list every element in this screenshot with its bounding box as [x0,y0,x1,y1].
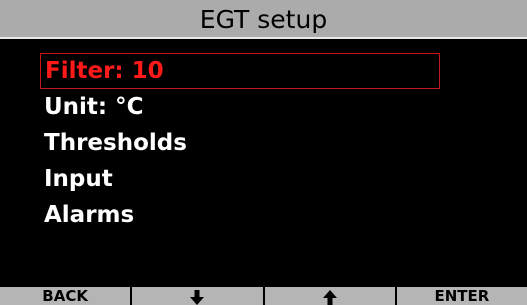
menu-item-label: Alarms [44,201,135,228]
menu-item-filter[interactable]: Filter: 10 [40,53,440,89]
page-title: EGT setup [199,4,328,34]
enter-button-label: ENTER [434,287,490,305]
menu-item-unit[interactable]: Unit: °C [40,89,440,125]
arrow-up-icon [322,289,337,305]
down-button[interactable] [132,287,265,305]
menu-item-label: Thresholds [44,129,187,156]
title-bar: EGT setup [0,0,527,37]
softkey-bar: BACK ENTER [0,287,527,305]
title-divider [0,37,527,39]
setup-menu: Filter: 10 Unit: °C Thresholds Input Ala… [40,53,440,233]
egt-setup-screen: EGT setup Filter: 10 Unit: °C Thresholds… [0,0,527,305]
menu-item-label: Unit: °C [44,93,144,120]
menu-item-label: Filter: 10 [45,57,164,84]
back-button[interactable]: BACK [0,287,133,305]
menu-item-input[interactable]: Input [40,161,440,197]
menu-item-label: Input [44,165,113,192]
menu-item-thresholds[interactable]: Thresholds [40,125,440,161]
up-button[interactable] [264,287,397,305]
menu-item-alarms[interactable]: Alarms [40,197,440,233]
back-button-label: BACK [42,287,88,305]
enter-button[interactable]: ENTER [396,287,527,305]
arrow-down-icon [190,289,205,305]
